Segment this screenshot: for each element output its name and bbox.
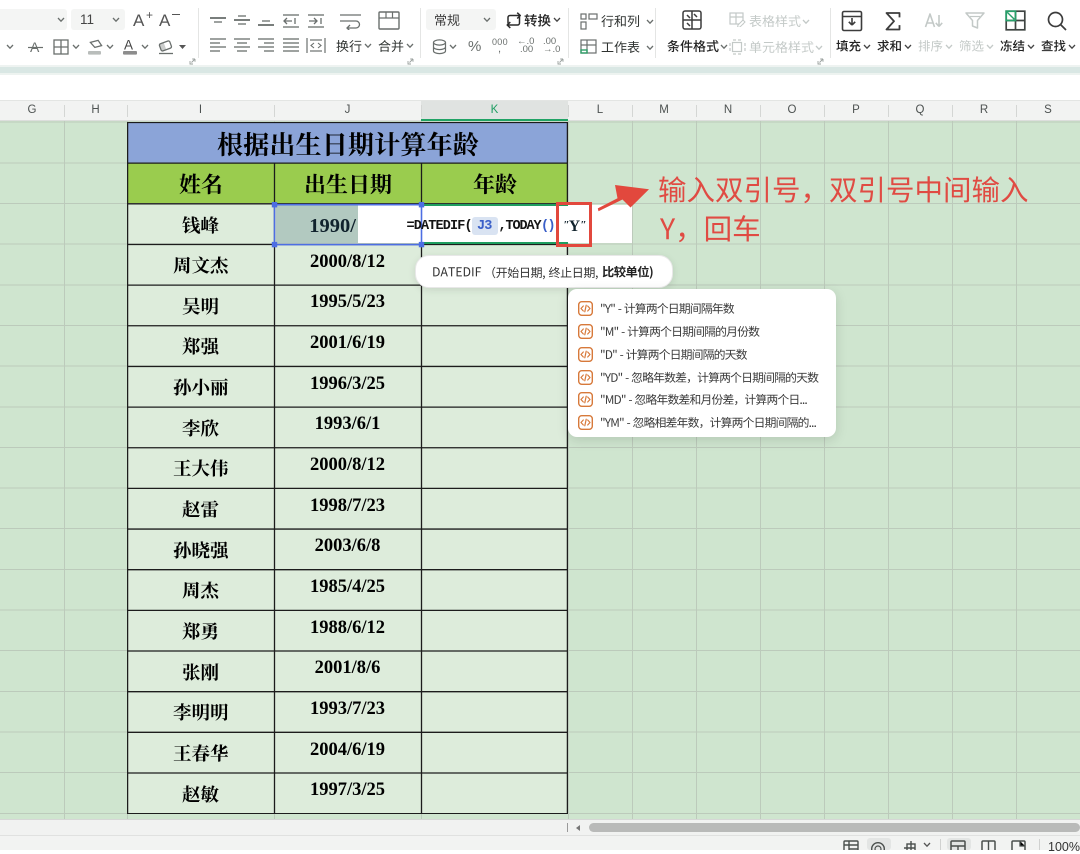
svg-text:A: A (124, 38, 133, 53)
